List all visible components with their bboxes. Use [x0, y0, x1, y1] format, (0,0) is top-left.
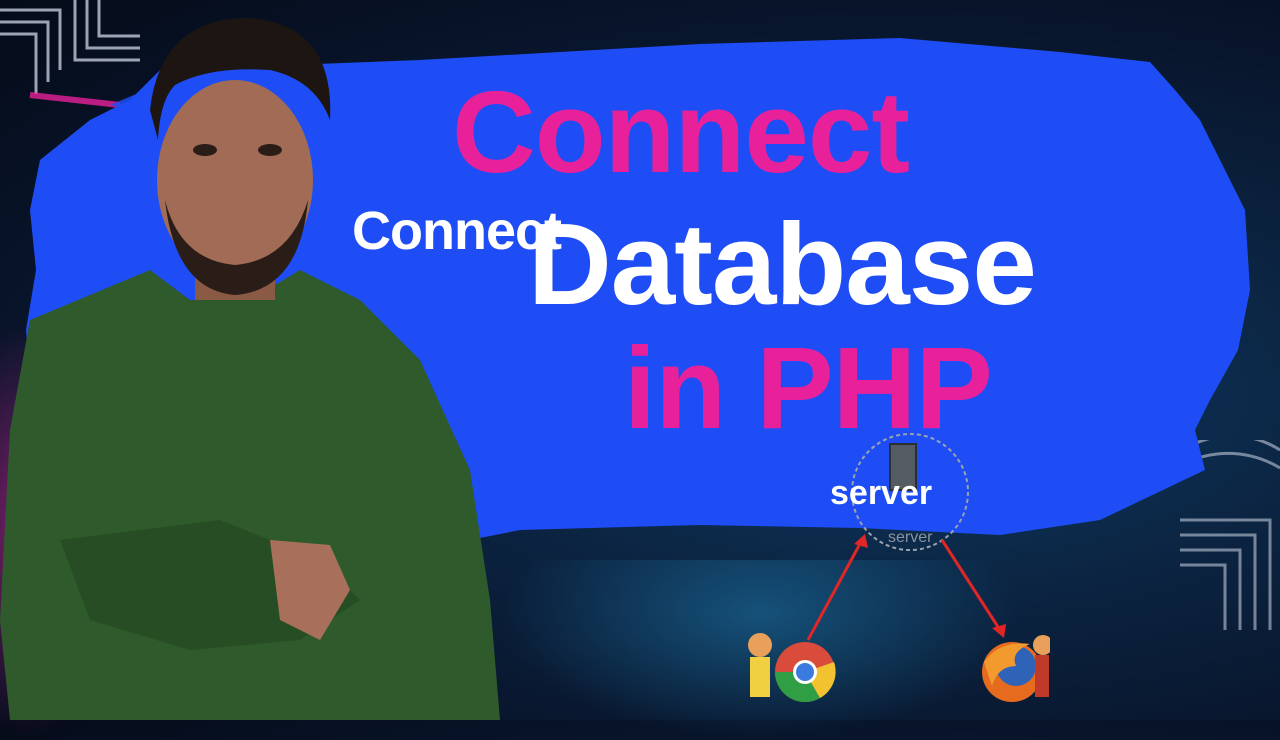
firefox-icon [982, 642, 1042, 702]
chrome-icon [775, 642, 836, 703]
server-caption: server [888, 529, 933, 546]
user-right-icon [1033, 635, 1050, 697]
title-connect: Connect [452, 67, 910, 197]
user-left-icon [748, 633, 772, 697]
title-in-php: in PHP [624, 323, 993, 453]
arrow-to-server [806, 539, 864, 641]
server-label: server [830, 474, 933, 512]
arrow-from-server [940, 539, 1002, 631]
presenter-photo [0, 18, 500, 720]
title-database: Database [528, 199, 1037, 329]
sweater [0, 270, 500, 720]
